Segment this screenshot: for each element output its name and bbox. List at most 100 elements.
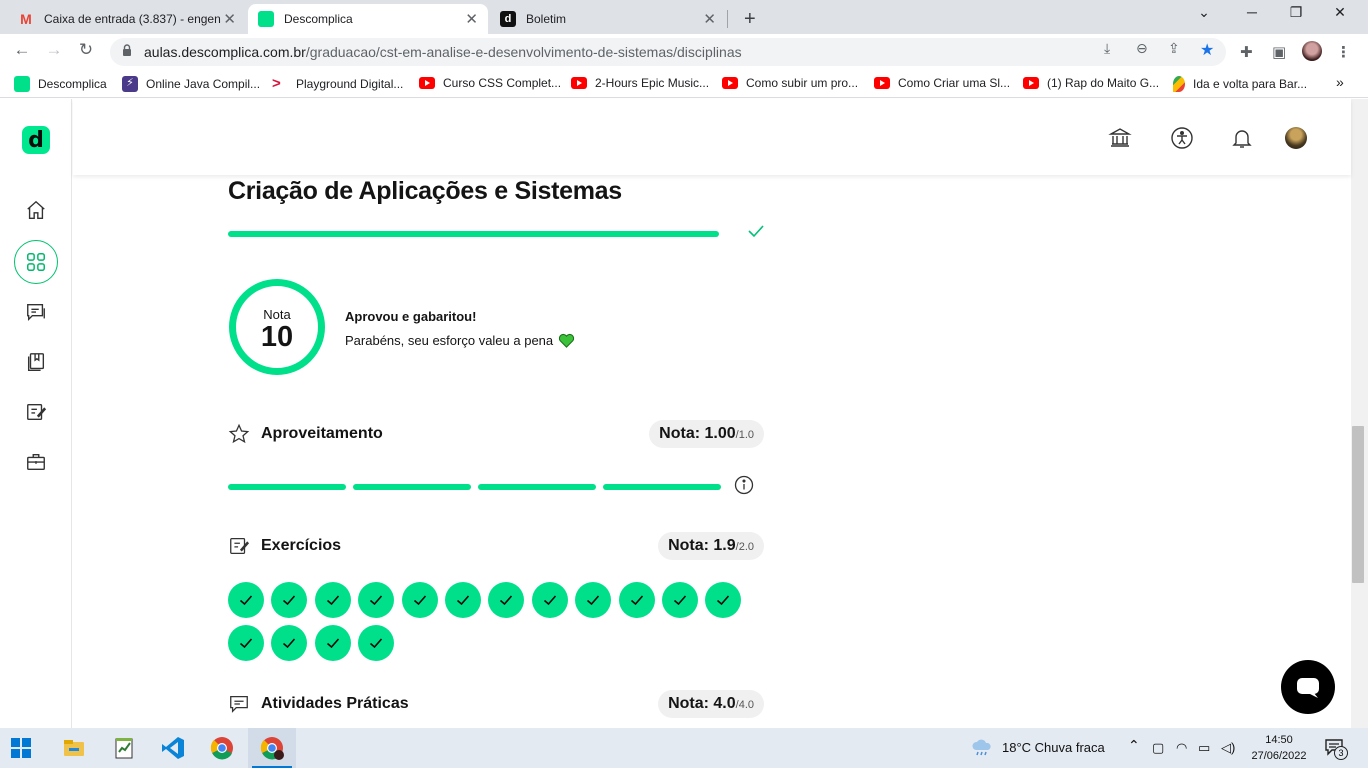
install-icon[interactable]: ⤓ [1104,40,1110,57]
sidebar-item-forum[interactable] [14,290,58,334]
course-title: Criação de Aplicações e Sistemas [228,177,622,205]
badge-nota: Nota: 1.00 [659,425,736,442]
bookmark-item[interactable]: (1) Rap do Maito G... [1023,76,1159,90]
exercise-complete-check[interactable] [228,625,264,661]
exercise-complete-check[interactable] [531,582,568,618]
vscode-icon[interactable] [159,734,187,762]
exercise-complete-check[interactable] [228,582,264,618]
volume-icon[interactable]: ◁) [1221,740,1235,756]
notification-center-icon[interactable]: 3 [1324,738,1348,760]
bookmark-item[interactable]: Como subir um pro... [722,76,858,90]
tab-descomplica[interactable]: Descomplica ✕ [248,4,488,34]
bookmark-item[interactable]: Ida e volta para Bar... [1173,76,1307,92]
exercise-complete-check[interactable] [401,582,438,618]
exercise-list-icon [230,538,250,554]
check-icon [630,595,643,606]
result-subtitle: Parabéns, seu esforço valeu a pena [345,332,575,348]
info-icon[interactable] [734,475,754,495]
reload-icon[interactable]: ↻ [74,40,98,60]
close-icon[interactable]: ✕ [703,10,716,28]
taskbar-active-app[interactable] [248,728,296,768]
restore-icon[interactable]: ❐ [1276,4,1316,21]
zoom-icon[interactable]: ⊖ [1136,40,1148,57]
bookmark-item[interactable]: Descomplica [14,76,107,92]
taskbar-clock[interactable]: 14:50 27/06/2022 [1248,732,1310,764]
weather-text[interactable]: 18°C Chuva fraca [1002,740,1105,755]
exercise-complete-check[interactable] [575,582,612,618]
bookmark-label: Playground Digital... [296,77,404,91]
new-tab-button[interactable]: + [734,4,766,34]
windows-start-icon[interactable] [10,737,32,759]
check-icon [543,595,556,606]
badge-aproveitamento: Nota: 1.00/1.0 [649,420,764,448]
battery-icon[interactable]: ▭ [1198,740,1210,756]
clock-time: 14:50 [1265,734,1293,746]
exercise-complete-check[interactable] [314,625,351,661]
sidebar-item-carreira[interactable] [14,440,58,484]
windows-taskbar: 18°C Chuva fraca ⌃ ▢ ◠ ▭ ◁) 14:50 27/06/… [0,728,1368,768]
exercise-complete-check[interactable] [705,582,742,618]
profile-avatar[interactable] [1302,41,1322,61]
notepad-icon[interactable] [110,734,138,762]
close-icon[interactable]: ✕ [223,10,236,28]
window-close-icon[interactable]: ✕ [1320,4,1360,21]
green-heart-icon [559,333,575,348]
bookmark-item[interactable]: ⚡ Online Java Compil... [122,76,260,92]
progress-segment [603,484,721,490]
user-avatar[interactable] [1285,127,1307,149]
address-bar[interactable]: aulas.descomplica.com.br/graduacao/cst-e… [110,38,1226,66]
exercise-complete-check[interactable] [358,625,395,661]
forward-icon[interactable]: → [42,40,66,60]
exercise-complete-check[interactable] [271,582,308,618]
menu-icon[interactable]: ⋮ [1336,43,1351,61]
accessibility-icon[interactable] [1170,126,1194,150]
badge-max: /2.0 [735,541,754,553]
bookmark-item[interactable]: 2-Hours Epic Music... [571,76,709,90]
descomplica-logo[interactable]: d [22,126,50,154]
bookmark-item[interactable]: Curso CSS Complet... [419,76,561,90]
sidebar-item-disciplinas[interactable] [14,240,58,284]
exercise-complete-check[interactable] [358,582,395,618]
side-panel-icon[interactable]: ▣ [1272,43,1286,61]
descomplica-app: d Criação de Aplicações e Sistemas Nota … [0,99,1351,728]
chat-support-button[interactable] [1281,660,1335,714]
bookmark-item[interactable]: > Playground Digital... [272,76,403,92]
scrollbar-thumb[interactable] [1352,426,1364,583]
tab-boletim[interactable]: d Boletim ✕ [490,4,726,34]
gmail-icon: M [20,11,32,27]
clock-date: 27/06/2022 [1251,750,1307,762]
bookmarks-overflow-button[interactable]: » [1336,74,1344,90]
sidebar-item-home[interactable] [14,188,58,232]
chrome-icon[interactable] [208,734,236,762]
badge-nota: Nota: 1.9 [668,537,736,554]
institution-icon[interactable] [1108,126,1132,150]
bell-icon[interactable] [1230,126,1254,150]
exercise-complete-check[interactable] [488,582,525,618]
exercise-complete-check[interactable] [314,582,351,618]
bookmark-item[interactable]: Como Criar uma Sl... [874,76,1010,90]
exercise-complete-check[interactable] [271,625,308,661]
sidebar-item-biblioteca[interactable] [14,340,58,384]
check-icon [326,638,339,649]
sidebar-item-atividades[interactable] [14,390,58,434]
exercise-complete-check[interactable] [618,582,655,618]
tab-search-icon[interactable]: ⌄ [1184,4,1224,21]
close-icon[interactable]: ✕ [465,10,478,28]
back-icon[interactable]: ← [10,40,34,60]
extensions-icon[interactable]: ✚ [1240,43,1253,61]
minimize-icon[interactable]: ─ [1232,4,1272,20]
grade-value: 10 [260,320,294,353]
chat-square-icon [230,696,248,713]
share-icon[interactable]: ⇪ [1168,40,1180,57]
exercise-complete-check[interactable] [662,582,698,618]
bookmark-star-icon[interactable]: ★ [1200,40,1214,60]
tab-gmail[interactable]: M Caixa de entrada (3.837) - engen ✕ [8,4,246,34]
grade-ring: Nota 10 [229,279,325,375]
file-explorer-icon[interactable] [60,734,88,762]
tray-overflow-icon[interactable]: ⌃ [1128,737,1140,754]
meet-icon[interactable]: ▢ [1152,740,1164,756]
exercise-complete-check[interactable] [445,582,481,618]
tab-title: Boletim [526,12,567,26]
page-scrollbar[interactable] [1351,99,1368,728]
wifi-icon[interactable]: ◠ [1176,740,1187,756]
